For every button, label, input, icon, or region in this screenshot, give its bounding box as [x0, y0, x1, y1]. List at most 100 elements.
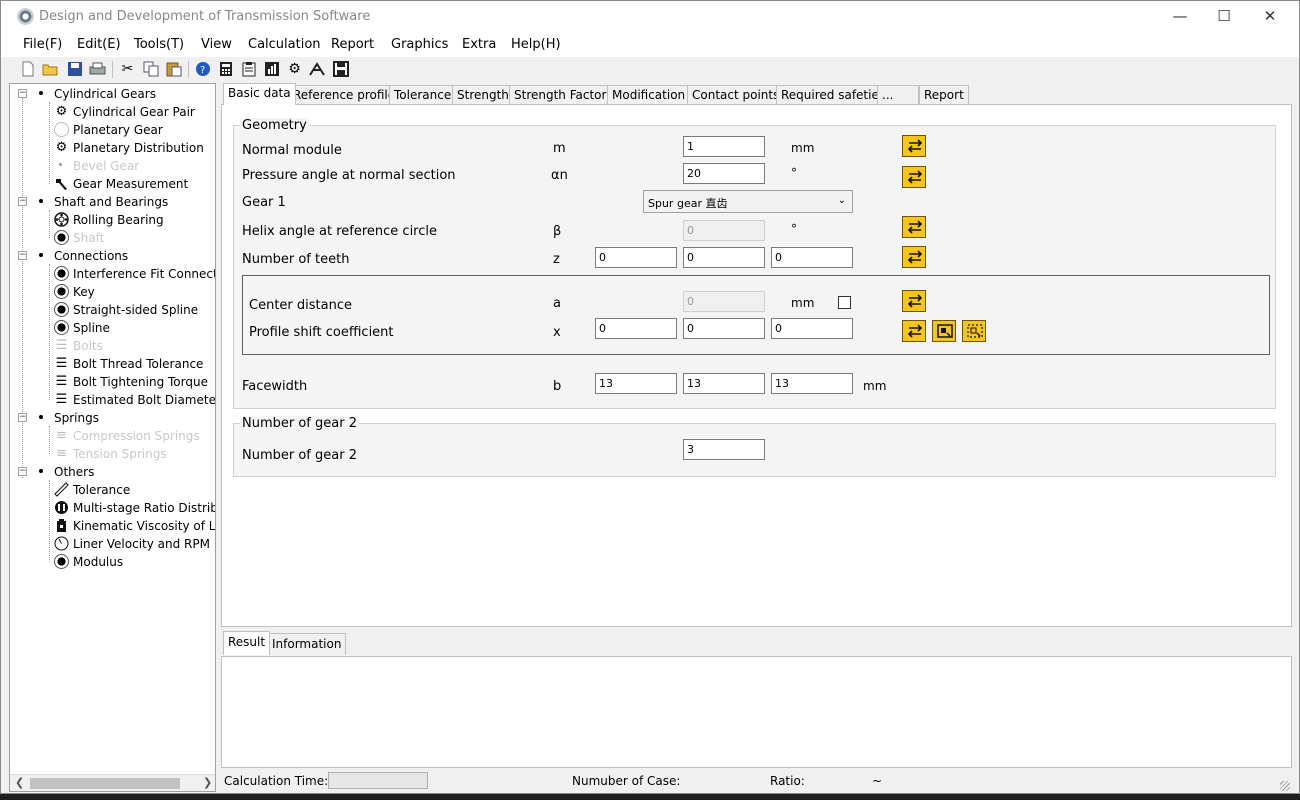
menu-report[interactable]: Report — [331, 37, 374, 52]
tree-item-modulus[interactable]: Modulus — [10, 553, 215, 571]
tree-item-key[interactable]: Key — [10, 283, 215, 301]
tree-item-kinematic-viscosity[interactable]: Kinematic Viscosity of Lubr — [10, 517, 215, 535]
tree-item-cylindrical-gear-pair[interactable]: ⚙ Cylindrical Gear Pair — [10, 103, 215, 121]
profile-shift-input-3[interactable] — [771, 318, 853, 339]
save-icon[interactable] — [66, 61, 83, 78]
facewidth-input-2[interactable] — [683, 373, 765, 394]
new-file-icon[interactable] — [19, 61, 36, 78]
tree-item-spline[interactable]: Spline — [10, 319, 215, 337]
tree-item-straight-spline[interactable]: Straight-sided Spline — [10, 301, 215, 319]
clipboard-icon[interactable] — [240, 61, 257, 78]
tree-group-springs[interactable]: − Springs — [10, 409, 215, 427]
print-icon[interactable] — [89, 61, 106, 78]
tab-reference-profile[interactable]: Reference profile — [288, 85, 401, 105]
teeth-input-3[interactable] — [771, 247, 853, 268]
menu-calculation[interactable]: Calculation — [248, 37, 321, 52]
close-button[interactable]: ✕ — [1247, 1, 1293, 33]
teeth-swap-button[interactable] — [902, 246, 926, 268]
normal-module-input[interactable] — [683, 136, 765, 157]
measure-icon[interactable] — [309, 61, 326, 78]
menu-tools[interactable]: Tools(T) — [134, 37, 184, 52]
menu-extra[interactable]: Extra — [462, 37, 496, 52]
facewidth-input-1[interactable] — [595, 373, 677, 394]
gear2-count-input[interactable] — [683, 439, 765, 460]
center-distance-swap-button[interactable] — [902, 290, 926, 312]
normal-module-swap-button[interactable] — [902, 135, 926, 157]
tree-item-label: Tolerance — [73, 483, 131, 497]
tab-more[interactable]: ... — [877, 85, 919, 105]
tree-item-multi-stage-ratio[interactable]: Multi-stage Ratio Distributi — [10, 499, 215, 517]
teeth-input-2[interactable] — [683, 247, 765, 268]
disk-icon[interactable] — [332, 61, 349, 78]
tree-group-connections[interactable]: − Connections — [10, 247, 215, 265]
chart-icon[interactable] — [263, 61, 280, 78]
tree-item-tolerance[interactable]: Tolerance — [10, 481, 215, 499]
profile-shift-swap-button[interactable] — [902, 320, 926, 342]
tree-item-bolt-thread-tolerance[interactable]: ☰ Bolt Thread Tolerance — [10, 355, 215, 373]
tab-contact-points[interactable]: Contact points — [687, 85, 785, 105]
calculator-icon[interactable] — [217, 61, 234, 78]
facewidth-input-3[interactable] — [771, 373, 853, 394]
copy-icon[interactable] — [142, 61, 159, 78]
tree-item-gear-measurement[interactable]: Gear Measurement — [10, 175, 215, 193]
tab-required-safeties[interactable]: Required safeties — [776, 85, 891, 105]
paste-icon[interactable] — [165, 61, 182, 78]
collapse-icon[interactable]: − — [18, 251, 27, 260]
menu-help[interactable]: Help(H) — [511, 37, 561, 52]
tree-item-planetary-distribution[interactable]: ⚙ Planetary Distribution — [10, 139, 215, 157]
tree-item-bolt-tightening-torque[interactable]: ☰ Bolt Tightening Torque — [10, 373, 215, 391]
tab-strength-factors[interactable]: Strength Factors — [509, 85, 618, 105]
result-panel — [221, 656, 1292, 768]
tree-group-others[interactable]: − Others — [10, 463, 215, 481]
scroll-right-icon[interactable]: ❯ — [203, 776, 212, 789]
maximize-button[interactable]: ☐ — [1201, 1, 1247, 33]
open-folder-icon[interactable] — [42, 61, 59, 78]
menu-view[interactable]: View — [201, 37, 232, 52]
tree-item-interference-fit[interactable]: Interference Fit Connection — [10, 265, 215, 283]
tab-information[interactable]: Information — [267, 633, 347, 655]
teeth-input-1[interactable] — [595, 247, 677, 268]
tab-result[interactable]: Result — [223, 631, 271, 655]
tree-item-estimated-bolt-diameter[interactable]: ☰ Estimated Bolt Diameter — [10, 391, 215, 409]
tree-item-planetary-gear[interactable]: Planetary Gear — [10, 121, 215, 139]
tab-report[interactable]: Report — [919, 85, 969, 105]
tab-basic-data[interactable]: Basic data — [223, 83, 296, 105]
tab-strength[interactable]: Strength — [452, 85, 514, 105]
bearing-icon — [54, 212, 69, 227]
profile-shift-distribute-button[interactable] — [962, 320, 986, 342]
gear-type-select[interactable]: Spur gear 直齿 ⌄ — [643, 190, 853, 213]
menu-graphics[interactable]: Graphics — [391, 37, 448, 52]
profile-shift-optimize-button[interactable] — [932, 320, 956, 342]
tree-item-label: Straight-sided Spline — [73, 303, 199, 317]
tree-group-shaft-bearings[interactable]: − Shaft and Bearings — [10, 193, 215, 211]
tab-tolerance[interactable]: Tolerance — [389, 85, 457, 105]
center-distance-checkbox[interactable] — [838, 296, 851, 309]
help-icon[interactable]: ? — [194, 61, 211, 78]
tree-item-liner-velocity[interactable]: Liner Velocity and RPM — [10, 535, 215, 553]
collapse-icon[interactable]: − — [18, 89, 27, 98]
cut-icon[interactable]: ✂ — [119, 61, 136, 78]
collapse-icon[interactable]: − — [18, 197, 27, 206]
menu-file[interactable]: File(F) — [23, 37, 62, 52]
tree-item-compression-springs: ≡ Compression Springs — [10, 427, 215, 445]
menu-edit[interactable]: Edit(E) — [77, 37, 121, 52]
pressure-angle-input[interactable] — [683, 163, 765, 184]
pressure-angle-swap-button[interactable] — [902, 166, 926, 188]
resize-grip-icon[interactable] — [1280, 781, 1290, 791]
scroll-left-icon[interactable]: ❮ — [15, 776, 24, 789]
minimize-button[interactable]: — — [1157, 1, 1203, 33]
scrollbar-thumb[interactable] — [30, 778, 180, 789]
tab-modification[interactable]: Modification — [607, 85, 691, 105]
settings-gear-icon[interactable]: ⚙ — [286, 61, 303, 78]
collapse-icon[interactable]: − — [18, 467, 27, 476]
helix-angle-swap-button[interactable] — [902, 216, 926, 238]
tree-group-cylindrical-gears[interactable]: − Cylindrical Gears — [10, 85, 215, 103]
tree-item-label: Interference Fit Connection — [73, 267, 215, 281]
tree-horizontal-scrollbar[interactable]: ❮ ❯ — [10, 774, 215, 791]
profile-shift-input-2[interactable] — [683, 318, 765, 339]
collapse-icon[interactable]: − — [18, 413, 27, 422]
profile-shift-input-1[interactable] — [595, 318, 677, 339]
tree-item-rolling-bearing[interactable]: Rolling Bearing — [10, 211, 215, 229]
helix-angle-input — [683, 220, 765, 241]
tree-item-label: Cylindrical Gear Pair — [73, 105, 195, 119]
